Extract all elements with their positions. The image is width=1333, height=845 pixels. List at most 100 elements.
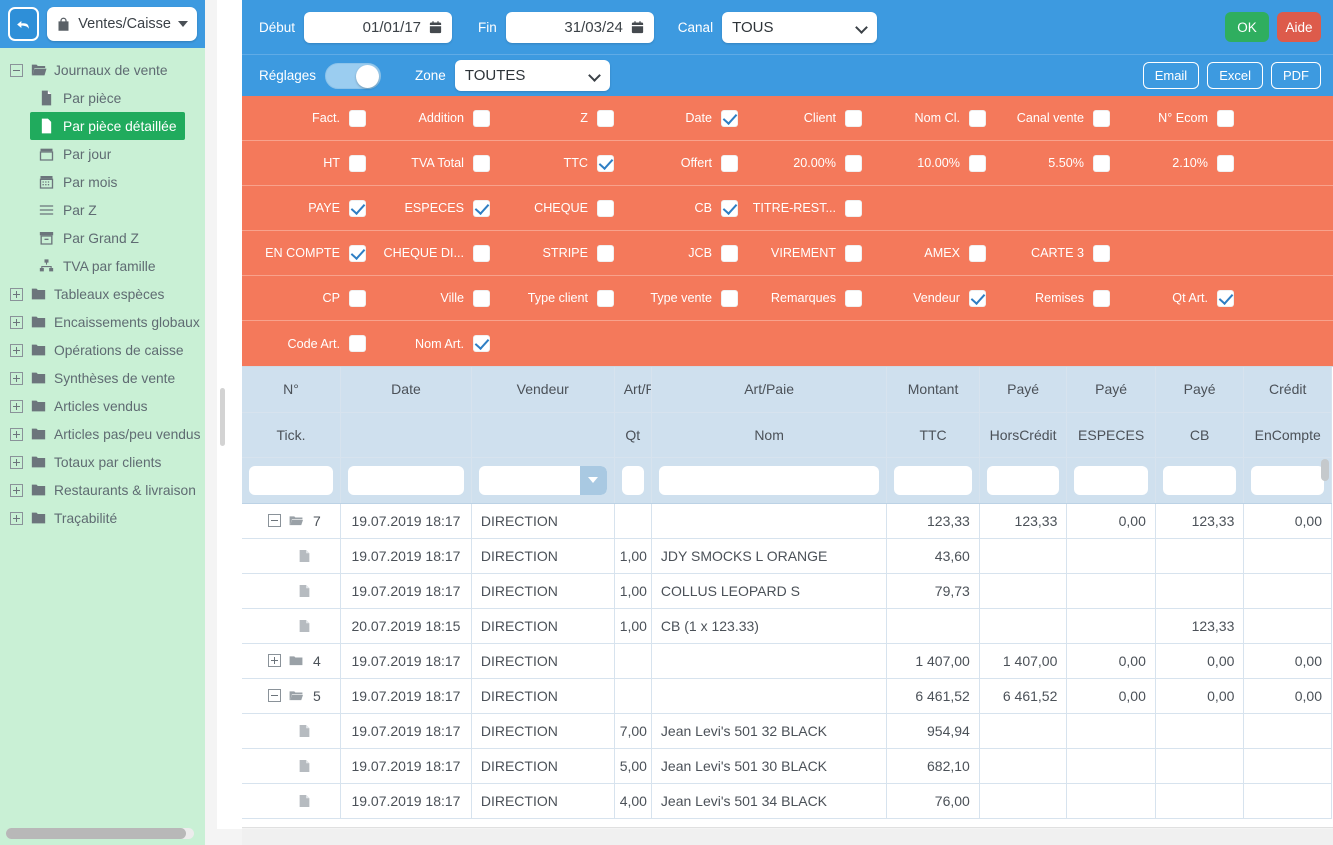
table-col-header[interactable]: Payé (1067, 367, 1156, 412)
sidebar-item-restaurants-livraison[interactable]: Restaurants & livraison (0, 476, 205, 504)
table-row[interactable]: 19.07.2019 18:17DIRECTION1,00COLLUS LEOP… (242, 573, 1332, 608)
checkbox-date[interactable] (721, 110, 738, 127)
table-subcol-header[interactable]: Nom (651, 412, 886, 457)
table-col-header[interactable]: Art/P (614, 367, 651, 412)
column-filter-input[interactable] (1163, 466, 1237, 495)
sidebar-item-synth-ses-de-vente[interactable]: Synthèses de vente (0, 364, 205, 392)
checkbox-amex[interactable] (969, 245, 986, 262)
table-col-header[interactable]: Vendeur (471, 367, 614, 412)
tree-expander-plus-icon[interactable] (10, 428, 23, 441)
checkbox-cheque[interactable] (597, 200, 614, 217)
table-col-header[interactable]: Art/Paie (651, 367, 886, 412)
pdf-button[interactable]: PDF (1271, 62, 1321, 89)
checkbox-ville[interactable] (473, 290, 490, 307)
email-button[interactable]: Email (1143, 62, 1200, 89)
column-filter-input[interactable] (1251, 466, 1324, 495)
sidebar-item-totaux-par-clients[interactable]: Totaux par clients (0, 448, 205, 476)
table-row[interactable]: 519.07.2019 18:17DIRECTION6 461,526 461,… (242, 678, 1332, 713)
sidebar-hscroll-thumb[interactable] (6, 828, 186, 839)
checkbox-qt-art[interactable] (1217, 290, 1234, 307)
column-filter-input[interactable] (894, 466, 972, 495)
checkbox-10-00[interactable] (969, 155, 986, 172)
checkbox-n-ecom[interactable] (1217, 110, 1234, 127)
zone-select[interactable]: TOUTES (455, 60, 610, 91)
checkbox-canal-vente[interactable] (1093, 110, 1110, 127)
checkbox-carte-3[interactable] (1093, 245, 1110, 262)
table-row[interactable]: 419.07.2019 18:17DIRECTION1 407,001 407,… (242, 643, 1332, 678)
checkbox-client[interactable] (845, 110, 862, 127)
sidebar-item-par-z[interactable]: Par Z (0, 196, 205, 224)
reglages-toggle[interactable] (325, 63, 381, 89)
checkbox-ht[interactable] (349, 155, 366, 172)
table-subcol-header[interactable] (471, 412, 614, 457)
table-vscrollbar[interactable] (1319, 459, 1331, 754)
sidebar-item-tva-par-famille[interactable]: TVA par famille (0, 252, 205, 280)
sidebar-item-op-rations-de-caisse[interactable]: Opérations de caisse (0, 336, 205, 364)
vendeur-filter-dropdown-button[interactable] (580, 466, 607, 495)
table-row[interactable]: 19.07.2019 18:17DIRECTION7,00Jean Levi's… (242, 713, 1332, 748)
checkbox-remises[interactable] (1093, 290, 1110, 307)
aide-button[interactable]: Aide (1277, 12, 1321, 42)
table-subcol-header[interactable]: CB (1155, 412, 1244, 457)
tree-expander-plus-icon[interactable] (10, 512, 23, 525)
checkbox-offert[interactable] (721, 155, 738, 172)
checkbox-titre-rest[interactable] (845, 200, 862, 217)
canal-select[interactable]: TOUS (722, 12, 877, 43)
table-subcol-header[interactable]: HorsCrédit (979, 412, 1067, 457)
table-row[interactable]: 19.07.2019 18:17DIRECTION4,00Jean Levi's… (242, 783, 1332, 818)
checkbox-z[interactable] (597, 110, 614, 127)
table-subcol-header[interactable]: EnCompte (1244, 412, 1332, 457)
sidebar-item-articles-pas-peu-vendus[interactable]: Articles pas/peu vendus (0, 420, 205, 448)
table-col-header[interactable]: Payé (979, 367, 1067, 412)
ok-button[interactable]: OK (1225, 12, 1269, 42)
tree-expander-minus-icon[interactable] (10, 64, 23, 77)
checkbox-20-00[interactable] (845, 155, 862, 172)
gutter-splitter-handle[interactable] (220, 388, 225, 446)
checkbox-cheque-di[interactable] (473, 245, 490, 262)
module-selector[interactable]: Ventes/Caisse (47, 7, 197, 41)
row-expander-plus-icon[interactable] (268, 654, 281, 667)
checkbox-2-10[interactable] (1217, 155, 1234, 172)
tree-expander-plus-icon[interactable] (10, 288, 23, 301)
sidebar-item-par-pi-ce-d-taill-e[interactable]: Par pièce détaillée (30, 112, 185, 140)
excel-button[interactable]: Excel (1207, 62, 1263, 89)
table-vscroll-thumb[interactable] (1321, 459, 1329, 481)
checkbox-fact[interactable] (349, 110, 366, 127)
tree-expander-plus-icon[interactable] (10, 484, 23, 497)
checkbox-type-vente[interactable] (721, 290, 738, 307)
column-filter-input[interactable] (348, 466, 464, 495)
sidebar-hscrollbar[interactable] (6, 828, 194, 839)
column-filter-input[interactable] (987, 466, 1060, 495)
fin-date-input[interactable]: 31/03/24 (506, 12, 654, 43)
checkbox-en-compte[interactable] (349, 245, 366, 262)
column-filter-input[interactable] (659, 466, 879, 495)
tree-expander-plus-icon[interactable] (10, 372, 23, 385)
checkbox-remarques[interactable] (845, 290, 862, 307)
checkbox-virement[interactable] (845, 245, 862, 262)
sidebar-item-tableaux-esp-ces[interactable]: Tableaux espèces (0, 280, 205, 308)
checkbox-cp[interactable] (349, 290, 366, 307)
checkbox-code-art[interactable] (349, 335, 366, 352)
table-col-header[interactable]: Date (341, 367, 472, 412)
checkbox-cb[interactable] (721, 200, 738, 217)
tree-expander-plus-icon[interactable] (10, 400, 23, 413)
row-expander-minus-icon[interactable] (268, 689, 281, 702)
checkbox-stripe[interactable] (597, 245, 614, 262)
checkbox-ttc[interactable] (597, 155, 614, 172)
sidebar-item-par-jour[interactable]: Par jour (0, 140, 205, 168)
sidebar-item-par-pi-ce[interactable]: Par pièce (0, 84, 205, 112)
checkbox-jcb[interactable] (721, 245, 738, 262)
checkbox-nom-art[interactable] (473, 335, 490, 352)
column-filter-input[interactable] (622, 466, 644, 495)
checkbox-type-client[interactable] (597, 290, 614, 307)
checkbox-nom-cl[interactable] (969, 110, 986, 127)
sidebar-item-encaissements-globaux[interactable]: Encaissements globaux (0, 308, 205, 336)
row-expander-minus-icon[interactable] (268, 514, 281, 527)
back-button[interactable] (8, 7, 39, 41)
column-filter-input[interactable] (1074, 466, 1148, 495)
table-subcol-header[interactable]: TTC (887, 412, 980, 457)
checkbox-paye[interactable] (349, 200, 366, 217)
table-row[interactable]: 719.07.2019 18:17DIRECTION123,33123,330,… (242, 503, 1332, 538)
table-row[interactable]: 19.07.2019 18:17DIRECTION1,00JDY SMOCKS … (242, 538, 1332, 573)
table-subcol-header[interactable]: Tick. (242, 412, 341, 457)
